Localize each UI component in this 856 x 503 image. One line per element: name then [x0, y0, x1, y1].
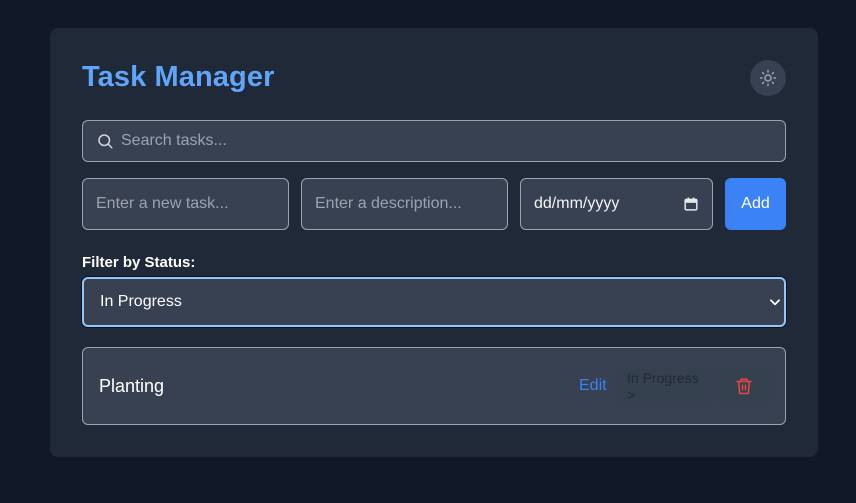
task-title-placeholder: Enter a new task...	[96, 195, 229, 212]
status-filter-select[interactable]: In Progress	[82, 277, 786, 327]
task-status-label: In Progress	[627, 370, 699, 386]
search-input[interactable]: Search tasks...	[82, 120, 786, 162]
due-date-value: dd/mm/yyyy	[534, 195, 620, 212]
new-task-title-input[interactable]: Enter a new task...	[82, 178, 289, 230]
task-manager-card: Task Manager Search tasks... Enter a new…	[50, 28, 818, 457]
chevron-down-icon	[768, 295, 782, 309]
edit-task-button[interactable]: Edit	[579, 377, 607, 395]
status-filter-value: In Progress	[100, 293, 182, 310]
filter-label: Filter by Status:	[82, 254, 196, 271]
sun-icon	[759, 69, 777, 87]
due-date-input[interactable]: dd/mm/yyyy	[520, 178, 713, 230]
task-name: Planting	[99, 376, 165, 396]
search-placeholder: Search tasks...	[121, 132, 227, 149]
task-description-placeholder: Enter a description...	[315, 195, 462, 212]
add-task-button[interactable]: Add	[725, 178, 786, 230]
chevron-right-icon: >	[627, 387, 636, 403]
task-item: Planting Edit In Progress >	[82, 347, 786, 425]
calendar-icon[interactable]	[684, 197, 698, 211]
theme-toggle-button[interactable]	[750, 60, 786, 96]
search-icon	[96, 132, 114, 150]
delete-task-button[interactable]	[717, 366, 771, 406]
new-task-description-input[interactable]: Enter a description...	[301, 178, 508, 230]
page-title: Task Manager	[82, 61, 275, 93]
task-status-button[interactable]: In Progress >	[616, 366, 709, 408]
trash-icon	[736, 378, 752, 395]
